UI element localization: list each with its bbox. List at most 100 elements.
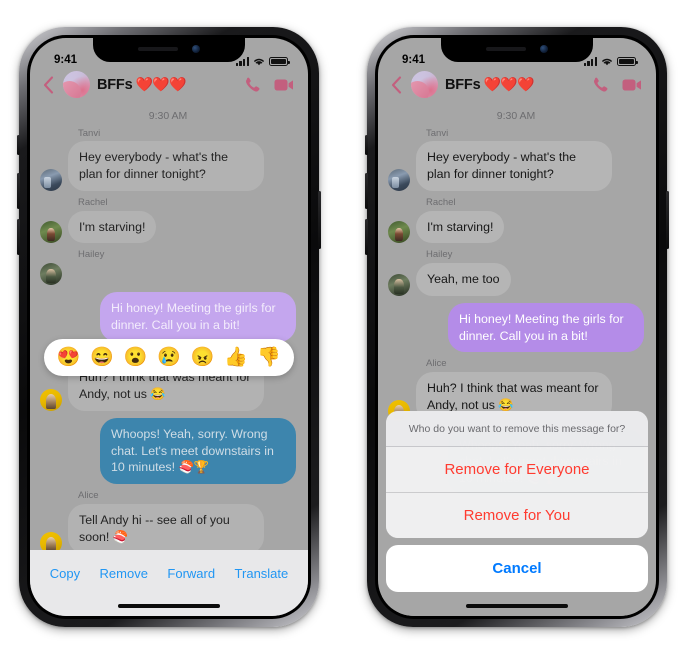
phone-call-icon[interactable] bbox=[592, 76, 609, 93]
message-bubble[interactable]: I'm starving! bbox=[416, 210, 505, 244]
message-sender: Hailey bbox=[78, 249, 105, 261]
video-camera-icon[interactable] bbox=[622, 78, 642, 92]
avatar[interactable] bbox=[388, 221, 410, 244]
message-action-bar: Copy Remove Forward Translate bbox=[30, 550, 308, 596]
message-sender: Tanvi bbox=[78, 128, 101, 139]
group-avatar[interactable] bbox=[63, 71, 90, 98]
surprised-reaction[interactable]: 😮 bbox=[124, 348, 148, 367]
message-sender: Tanvi bbox=[426, 128, 449, 139]
status-time: 9:41 bbox=[54, 54, 78, 66]
chat-title[interactable]: BFFs ❤️❤️❤️ bbox=[445, 76, 535, 93]
power-button[interactable] bbox=[318, 191, 321, 249]
action-sheet-title: Who do you want to remove this message f… bbox=[386, 411, 648, 447]
earpiece-speaker-icon bbox=[486, 46, 526, 51]
right-phone-mockup: 9:41 BFFs ❤️❤️❤️ 9:30 AM Tanvi Hey every… bbox=[365, 27, 669, 627]
avatar[interactable] bbox=[40, 262, 62, 285]
front-camera-icon bbox=[540, 44, 548, 53]
heart-emojis: ❤️❤️❤️ bbox=[483, 76, 535, 92]
avatar[interactable] bbox=[388, 273, 410, 296]
message-bubble[interactable]: Yeah, me too bbox=[416, 262, 511, 296]
heart-emojis: ❤️❤️❤️ bbox=[135, 76, 187, 92]
battery-full-icon bbox=[617, 56, 638, 66]
remove-for-you-button[interactable]: Remove for You bbox=[386, 493, 648, 538]
forward-action[interactable]: Forward bbox=[167, 566, 215, 581]
message-bubble[interactable]: Hi honey! Meeting the girls for dinner. … bbox=[100, 291, 296, 342]
laughing-reaction[interactable]: 😄 bbox=[90, 348, 114, 367]
phone-bezel: 9:41 BFFs ❤️❤️❤️ 9:30 AM Tanvi Hey every… bbox=[27, 35, 311, 619]
screenshot-stage: 9:41 BFFs ❤️❤️❤️ 9:30 AM Tanvi Hey every… bbox=[0, 0, 680, 654]
message-row[interactable]: Hi honey! Meeting the girls for dinner. … bbox=[40, 291, 296, 342]
translate-action[interactable]: Translate bbox=[235, 566, 289, 581]
cancel-button[interactable]: Cancel bbox=[386, 545, 648, 592]
message-sender: Hailey bbox=[426, 249, 453, 261]
volume-down-button[interactable] bbox=[365, 219, 368, 255]
message-bubble[interactable]: Hi honey! Meeting the girls for dinner. … bbox=[448, 302, 644, 353]
mute-switch[interactable] bbox=[365, 135, 368, 155]
status-indicators bbox=[583, 56, 638, 66]
left-phone-mockup: 9:41 BFFs ❤️❤️❤️ 9:30 AM Tanvi Hey every… bbox=[17, 27, 321, 627]
remove-for-everyone-button[interactable]: Remove for Everyone bbox=[386, 447, 648, 493]
day-timestamp: 9:30 AM bbox=[148, 110, 188, 122]
angry-reaction[interactable]: 😠 bbox=[191, 348, 215, 367]
mute-switch[interactable] bbox=[17, 135, 20, 155]
copy-action[interactable]: Copy bbox=[50, 566, 80, 581]
status-indicators bbox=[235, 56, 290, 66]
home-indicator-area bbox=[30, 596, 308, 616]
chat-title[interactable]: BFFs ❤️❤️❤️ bbox=[97, 76, 187, 93]
message-row[interactable]: I'm starving! bbox=[40, 210, 296, 244]
power-button[interactable] bbox=[666, 191, 669, 249]
remove-action[interactable]: Remove bbox=[100, 566, 148, 581]
status-time: 9:41 bbox=[402, 54, 426, 66]
header-actions bbox=[592, 76, 642, 93]
message-bubble[interactable]: Hey everybody - what's the plan for dinn… bbox=[416, 141, 612, 192]
chat-header: BFFs ❤️❤️❤️ bbox=[30, 68, 308, 107]
home-indicator[interactable] bbox=[118, 604, 220, 608]
chat-title-text: BFFs bbox=[97, 76, 133, 93]
back-chevron-icon[interactable] bbox=[388, 74, 404, 96]
battery-full-icon bbox=[269, 56, 290, 66]
message-row[interactable]: Whoops! Yeah, sorry. Wrong chat. Let's m… bbox=[40, 417, 296, 485]
message-row[interactable]: I'm starving! bbox=[388, 210, 644, 244]
emoji-reaction-bar[interactable]: 😍 😄 😮 😢 😠 👍 👎 bbox=[44, 339, 294, 376]
front-camera-icon bbox=[192, 44, 200, 53]
back-chevron-icon[interactable] bbox=[40, 74, 56, 96]
avatar[interactable] bbox=[40, 221, 62, 244]
wifi-icon bbox=[601, 57, 613, 66]
avatar[interactable] bbox=[40, 169, 62, 192]
home-indicator-area bbox=[378, 596, 656, 616]
thumbs-up-reaction[interactable]: 👍 bbox=[224, 348, 248, 367]
phone-call-icon[interactable] bbox=[244, 76, 261, 93]
volume-up-button[interactable] bbox=[17, 173, 20, 209]
heart-eyes-reaction[interactable]: 😍 bbox=[57, 348, 81, 367]
header-actions bbox=[244, 76, 294, 93]
right-phone-screen: 9:41 BFFs ❤️❤️❤️ 9:30 AM Tanvi Hey every… bbox=[378, 38, 656, 616]
home-indicator[interactable] bbox=[466, 604, 568, 608]
avatar[interactable] bbox=[388, 169, 410, 192]
volume-up-button[interactable] bbox=[365, 173, 368, 209]
message-row[interactable]: Tell Andy hi -- see all of you soon! 🍣 bbox=[40, 503, 296, 550]
message-row[interactable] bbox=[40, 262, 296, 285]
left-phone-screen: 9:41 BFFs ❤️❤️❤️ 9:30 AM Tanvi Hey every… bbox=[30, 38, 308, 616]
message-bubble[interactable]: Tell Andy hi -- see all of you soon! 🍣 bbox=[68, 503, 264, 550]
message-bubble[interactable]: I'm starving! bbox=[68, 210, 157, 244]
message-bubble[interactable]: Whoops! Yeah, sorry. Wrong chat. Let's m… bbox=[100, 417, 296, 485]
video-camera-icon[interactable] bbox=[274, 78, 294, 92]
left-message-list[interactable]: 9:30 AM Tanvi Hey everybody - what's the… bbox=[30, 107, 308, 550]
day-timestamp: 9:30 AM bbox=[496, 110, 536, 122]
group-avatar[interactable] bbox=[411, 71, 438, 98]
message-sender: Rachel bbox=[426, 197, 456, 209]
message-row[interactable]: Hey everybody - what's the plan for dinn… bbox=[388, 141, 644, 192]
remove-message-action-sheet[interactable]: Who do you want to remove this message f… bbox=[386, 411, 648, 592]
volume-down-button[interactable] bbox=[17, 219, 20, 255]
earpiece-speaker-icon bbox=[138, 46, 178, 51]
message-row[interactable]: Hey everybody - what's the plan for dinn… bbox=[40, 141, 296, 192]
notch bbox=[93, 38, 245, 62]
avatar[interactable] bbox=[40, 388, 62, 411]
chat-header: BFFs ❤️❤️❤️ bbox=[378, 68, 656, 107]
thumbs-down-reaction[interactable]: 👎 bbox=[257, 348, 281, 367]
sad-reaction[interactable]: 😢 bbox=[157, 348, 181, 367]
avatar[interactable] bbox=[40, 531, 62, 550]
message-row[interactable]: Hi honey! Meeting the girls for dinner. … bbox=[388, 302, 644, 353]
message-bubble[interactable]: Hey everybody - what's the plan for dinn… bbox=[68, 141, 264, 192]
message-row[interactable]: Yeah, me too bbox=[388, 262, 644, 296]
